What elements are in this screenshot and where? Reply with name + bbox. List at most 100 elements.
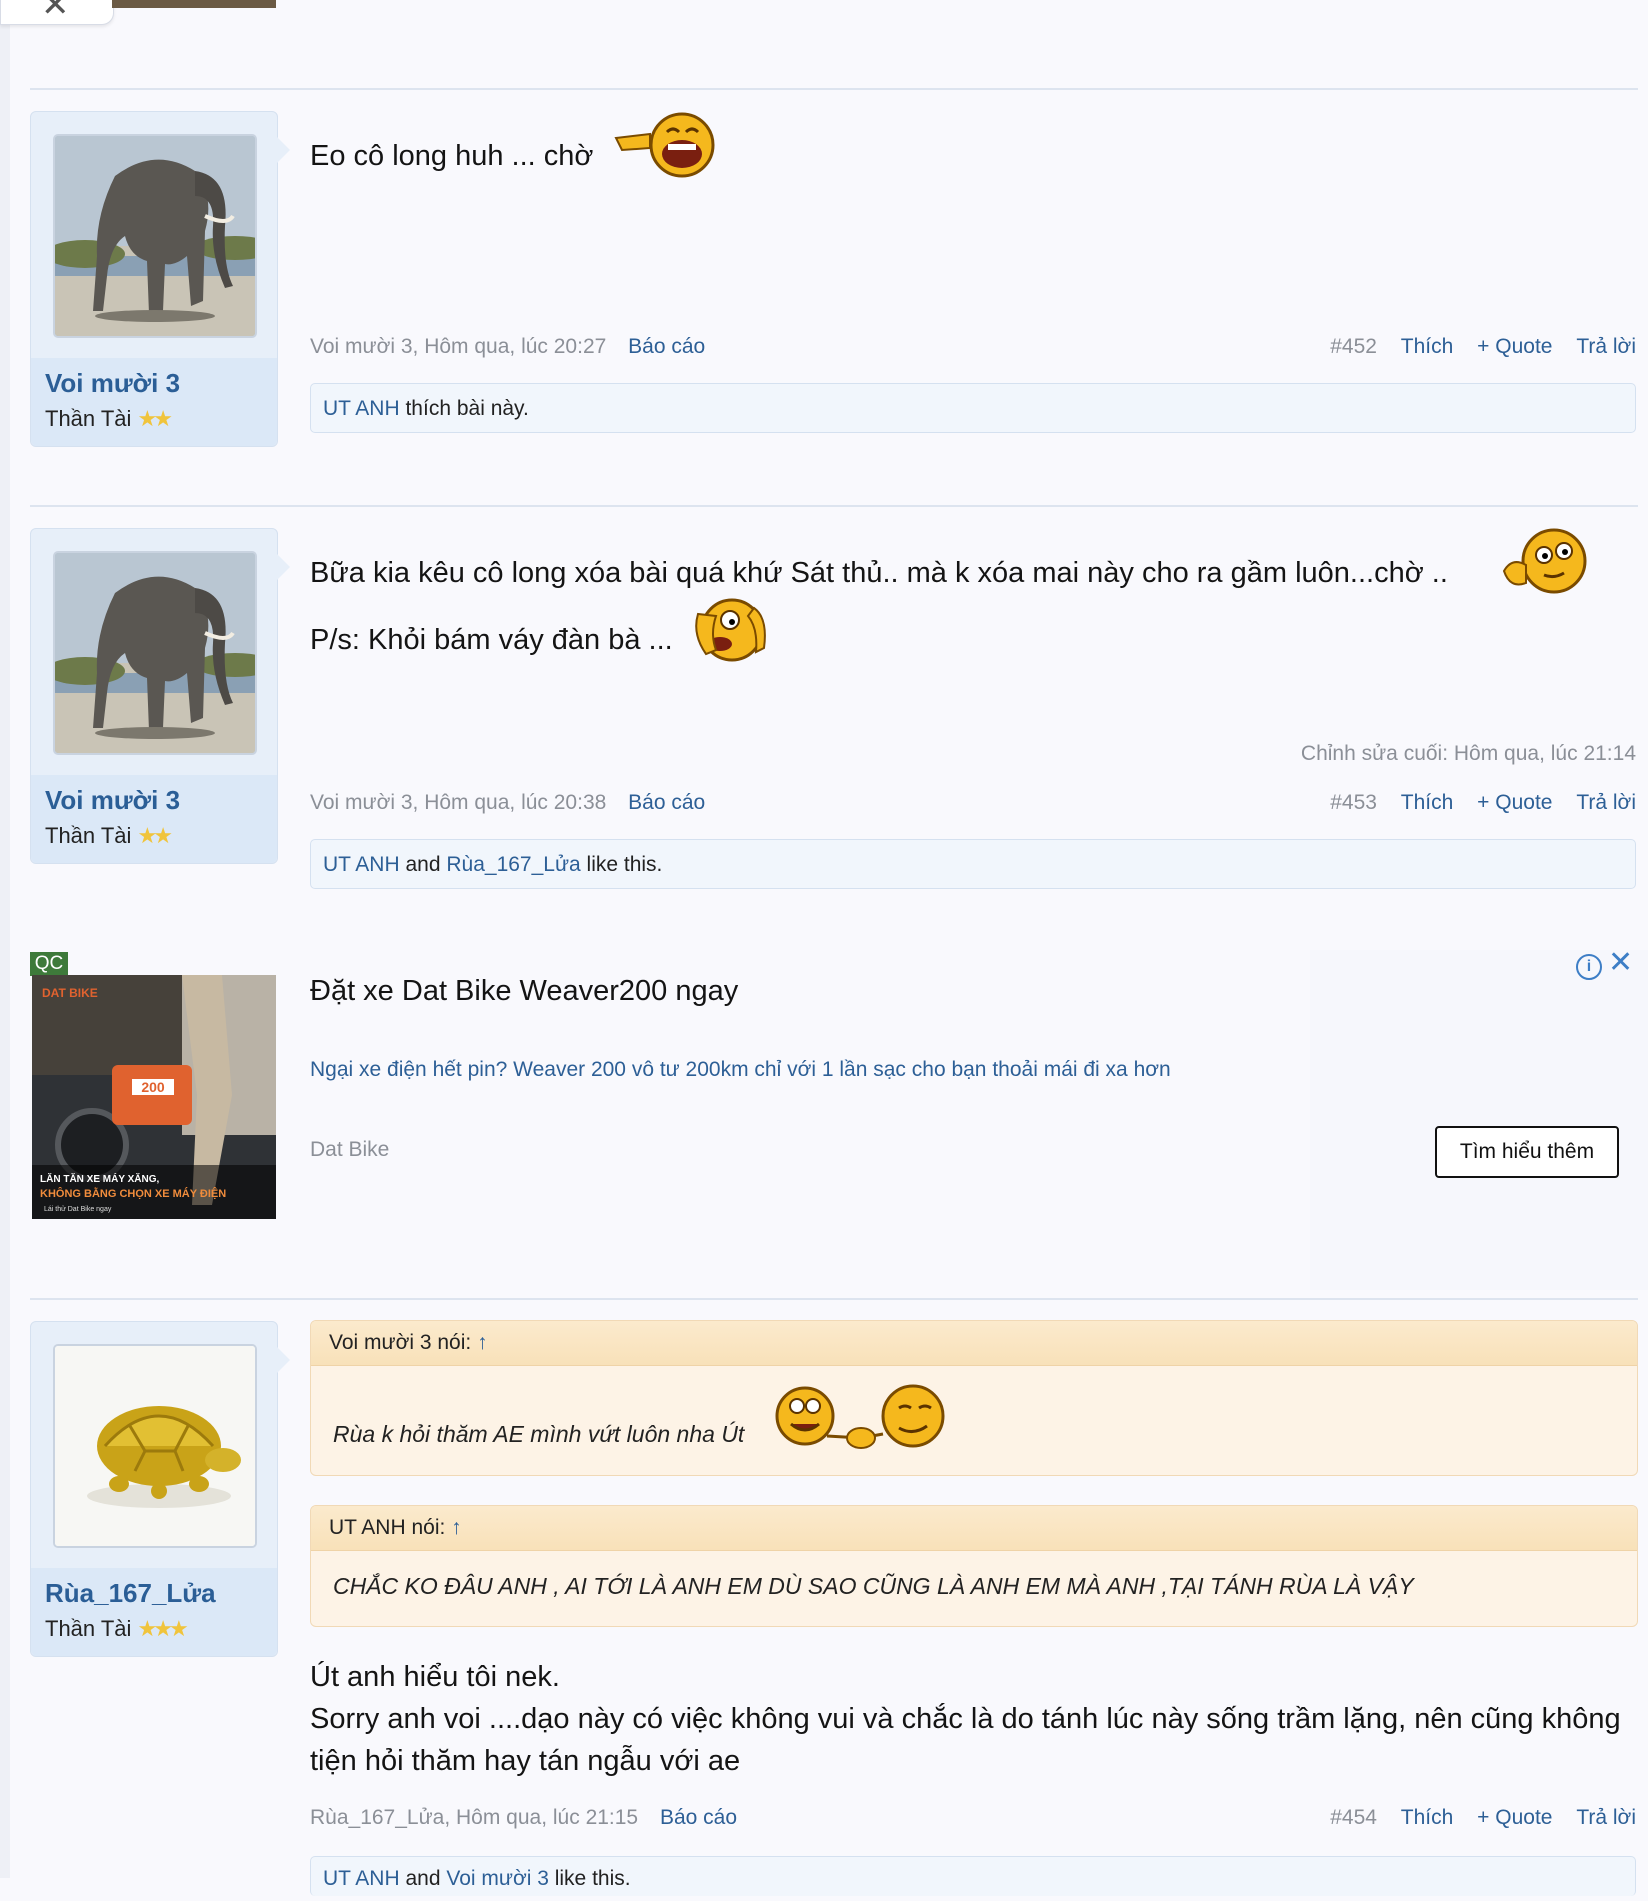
ad-description[interactable]: Ngại xe điện hết pin? Weaver 200 vô tư 2…: [310, 1058, 1171, 1082]
username[interactable]: Rùa_167_Lửa: [45, 1578, 216, 1609]
post-meta: Voi mười 3, Hôm qua, lúc 20:27 Báo cáo: [310, 335, 705, 359]
quote-header: UT ANH nói: ↑: [311, 1506, 1637, 1551]
ad-image-text-1: LĂN TĂN XE MÁY XĂNG,: [40, 1172, 159, 1185]
reply-link[interactable]: Trả lời: [1576, 791, 1636, 814]
forum-thread: ✕ Voi mười 3 Thần Tài ★★ Eo cô long huh …: [0, 0, 1648, 1896]
post-actions: #454 Thích + Quote Trả lời: [1330, 1806, 1636, 1830]
ad-brand[interactable]: Dat Bike: [310, 1138, 389, 1162]
post-number[interactable]: #452: [1330, 335, 1377, 358]
user-info: Rùa_167_Lửa Thần Tài ★★★: [31, 1568, 277, 1656]
ad-close-icon[interactable]: ✕: [1608, 948, 1633, 978]
quote-jump-icon[interactable]: ↑: [451, 1516, 462, 1539]
laughing-point-emoticon-icon: [612, 110, 718, 185]
post-message-line: Út anh hiểu tôi nek.: [310, 1661, 560, 1693]
post-author-time[interactable]: Voi mười 3, Hôm qua, lúc 20:27: [310, 335, 606, 358]
likes-summary: UT ANH and Rùa_167_Lửa like this.: [310, 839, 1636, 889]
reply-link[interactable]: Trả lời: [1576, 1806, 1636, 1829]
post-author-time[interactable]: Rùa_167_Lửa, Hôm qua, lúc 21:15: [310, 1806, 638, 1829]
quote-body: CHẮC KO ĐÂU ANH , AI TỚI LÀ ANH EM DÙ SA…: [311, 1551, 1637, 1625]
report-link[interactable]: Báo cáo: [628, 335, 705, 358]
username[interactable]: Voi mười 3: [45, 785, 180, 816]
user-info: Voi mười 3 Thần Tài ★★: [31, 775, 277, 863]
post-number[interactable]: #453: [1330, 791, 1377, 814]
ad-title[interactable]: Đặt xe Dat Bike Weaver200 ngay: [310, 975, 738, 1008]
quote-header: Voi mười 3 nói: ↑: [311, 1321, 1637, 1366]
user-title-text: Thần Tài: [45, 406, 132, 431]
quote-text: Rùa k hỏi thăm AE mình vứt luôn nha Út: [333, 1421, 745, 1447]
like-link[interactable]: Thích: [1401, 791, 1454, 814]
ad-image-logo: DAT BIKE: [42, 986, 98, 1000]
report-link[interactable]: Báo cáo: [628, 791, 705, 814]
ad-image-plate: 200: [141, 1079, 165, 1095]
thinking-emoticon-icon: [1500, 527, 1592, 602]
report-link[interactable]: Báo cáo: [660, 1806, 737, 1829]
liker-link[interactable]: UT ANH: [323, 397, 400, 420]
post-meta: Rùa_167_Lửa, Hôm qua, lúc 21:15 Báo cáo: [310, 1806, 737, 1830]
previous-image-edge: [112, 0, 276, 8]
ad-image[interactable]: 200 DAT BIKE LĂN TĂN XE MÁY XĂNG, KHÔNG …: [32, 975, 276, 1219]
likes-and-text: and: [399, 1867, 447, 1890]
quote-text: CHẮC KO ĐÂU ANH , AI TỚI LÀ ANH EM DÙ SA…: [333, 1573, 1414, 1599]
close-icon[interactable]: ✕: [41, 0, 70, 22]
user-title: Thần Tài ★★★: [45, 1616, 189, 1642]
user-title: Thần Tài ★★: [45, 823, 174, 849]
quote-block: UT ANH nói: ↑ CHẮC KO ĐÂU ANH , AI TỚI L…: [310, 1505, 1638, 1627]
ad-cta-button[interactable]: Tìm hiểu thêm: [1435, 1126, 1619, 1178]
rank-stars-icon: ★★★: [137, 1616, 189, 1641]
user-title-text: Thần Tài: [45, 1616, 132, 1641]
ad-badge: QC: [30, 952, 68, 976]
rank-stars-icon: ★★: [137, 823, 174, 848]
user-title-text: Thần Tài: [45, 823, 132, 848]
rank-stars-icon: ★★: [137, 406, 174, 431]
post-meta: Voi mười 3, Hôm qua, lúc 20:38 Báo cáo: [310, 791, 705, 815]
likes-text: thích bài này.: [399, 397, 529, 420]
username[interactable]: Voi mười 3: [45, 368, 180, 399]
post-divider: [30, 505, 1638, 507]
post-message-line: Bữa kia kêu cô long xóa bài quá khứ Sát …: [310, 557, 1448, 589]
ad-image-text-2: KHÔNG BẰNG CHỌN XE MÁY ĐIỆN: [40, 1187, 226, 1200]
quote-link[interactable]: + Quote: [1477, 335, 1552, 358]
quote-link[interactable]: + Quote: [1477, 1806, 1552, 1829]
liker-link[interactable]: Rùa_167_Lửa: [446, 853, 580, 876]
ad-info-icon[interactable]: i: [1576, 954, 1602, 980]
post-number[interactable]: #454: [1330, 1806, 1377, 1829]
post-message-line: Sorry anh voi ....dạo này có việc không …: [310, 1703, 1621, 1777]
like-link[interactable]: Thích: [1401, 335, 1454, 358]
reply-link[interactable]: Trả lời: [1576, 335, 1636, 358]
panel-arrow: [276, 1346, 290, 1374]
avatar[interactable]: [53, 134, 257, 338]
handshake-emoticon-icon: [775, 1384, 945, 1449]
avatar[interactable]: [53, 551, 257, 755]
like-link[interactable]: Thích: [1401, 1806, 1454, 1829]
post-message: Eo cô long huh ... chờ: [310, 140, 594, 172]
panel-arrow: [276, 553, 290, 581]
edited-note: Chỉnh sửa cuối: Hôm qua, lúc 21:14: [1300, 742, 1636, 765]
post-actions: #453 Thích + Quote Trả lời: [1330, 791, 1636, 815]
likes-text: like this.: [548, 1867, 631, 1890]
quote-author: UT ANH nói:: [329, 1516, 446, 1539]
elephant-avatar-image: [55, 553, 255, 753]
post-divider: [30, 88, 1638, 90]
quote-jump-icon[interactable]: ↑: [477, 1331, 488, 1354]
post-message-line: P/s: Khỏi bám váy đàn bà ...: [310, 624, 673, 656]
quote-link[interactable]: + Quote: [1477, 791, 1552, 814]
close-tab[interactable]: ✕: [0, 0, 114, 25]
likes-summary: UT ANH and Voi mười 3 like this.: [310, 1856, 1636, 1896]
likes-and-text: and: [399, 853, 447, 876]
post-actions: #452 Thích + Quote Trả lời: [1330, 335, 1636, 359]
liker-link[interactable]: UT ANH: [323, 1867, 400, 1890]
user-title: Thần Tài ★★: [45, 406, 174, 432]
cover-eyes-emoticon-icon: [690, 594, 774, 669]
avatar[interactable]: [53, 1344, 257, 1548]
ad-image-text-3: Lái thử Dat Bike ngay: [44, 1205, 112, 1213]
quote-body: Rùa k hỏi thăm AE mình vứt luôn nha Út: [311, 1366, 1637, 1474]
post-divider: [30, 1298, 1638, 1300]
golden-turtle-avatar-image: [55, 1346, 255, 1546]
liker-link[interactable]: Voi mười 3: [446, 1867, 549, 1890]
post-author-time[interactable]: Voi mười 3, Hôm qua, lúc 20:38: [310, 791, 606, 814]
liker-link[interactable]: UT ANH: [323, 853, 400, 876]
page-left-edge: [0, 0, 10, 1878]
likes-summary: UT ANH thích bài này.: [310, 383, 1636, 433]
elephant-avatar-image: [55, 136, 255, 336]
post-message: Út anh hiểu tôi nek. Sorry anh voi ....d…: [310, 1656, 1640, 1782]
